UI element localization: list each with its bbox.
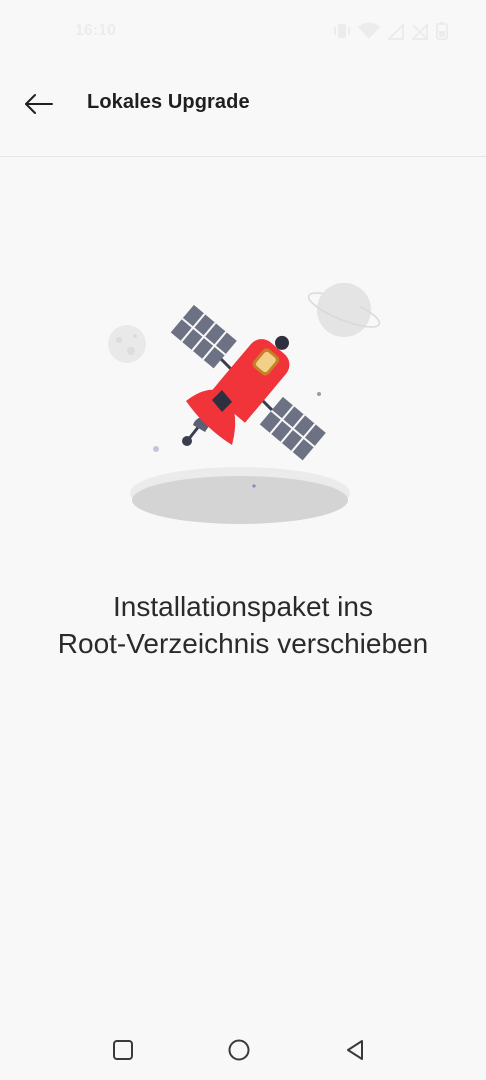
star-dot: [252, 484, 256, 488]
message-line-2: Root-Verzeichnis verschieben: [57, 628, 429, 659]
satellite: [170, 304, 326, 461]
no-sim-icon: [412, 22, 428, 40]
solar-panel-left: [170, 304, 237, 369]
triangle-back-icon: [347, 1040, 363, 1060]
back-button[interactable]: [18, 84, 58, 124]
square-icon: [113, 1040, 133, 1060]
status-message: Installationspaket ins Root-Verzeichnis …: [0, 588, 486, 662]
vibrate-icon: [334, 24, 350, 38]
star-dot: [317, 392, 321, 396]
circle-icon: [228, 1039, 250, 1061]
star-dot: [153, 446, 159, 452]
navigation-bar: [0, 1020, 486, 1080]
wifi-icon: [358, 22, 380, 39]
status-time: 16:10: [75, 22, 116, 39]
home-button[interactable]: [217, 1028, 261, 1072]
status-icons: [334, 22, 448, 40]
signal-icon: [388, 22, 404, 40]
moon: [108, 325, 146, 363]
battery-icon: [436, 22, 448, 40]
page-title: Lokales Upgrade: [87, 91, 250, 113]
recents-button[interactable]: [101, 1028, 145, 1072]
back-nav-button[interactable]: [333, 1028, 377, 1072]
app-bar: Lokales Upgrade: [0, 60, 486, 157]
arrow-left-icon: [25, 94, 53, 114]
satellite-illustration: [108, 283, 381, 524]
ground-hole: [132, 476, 348, 524]
status-bar: 16:10: [0, 0, 486, 60]
message-line-1: Installationspaket ins: [113, 591, 373, 622]
planet: [307, 283, 381, 337]
